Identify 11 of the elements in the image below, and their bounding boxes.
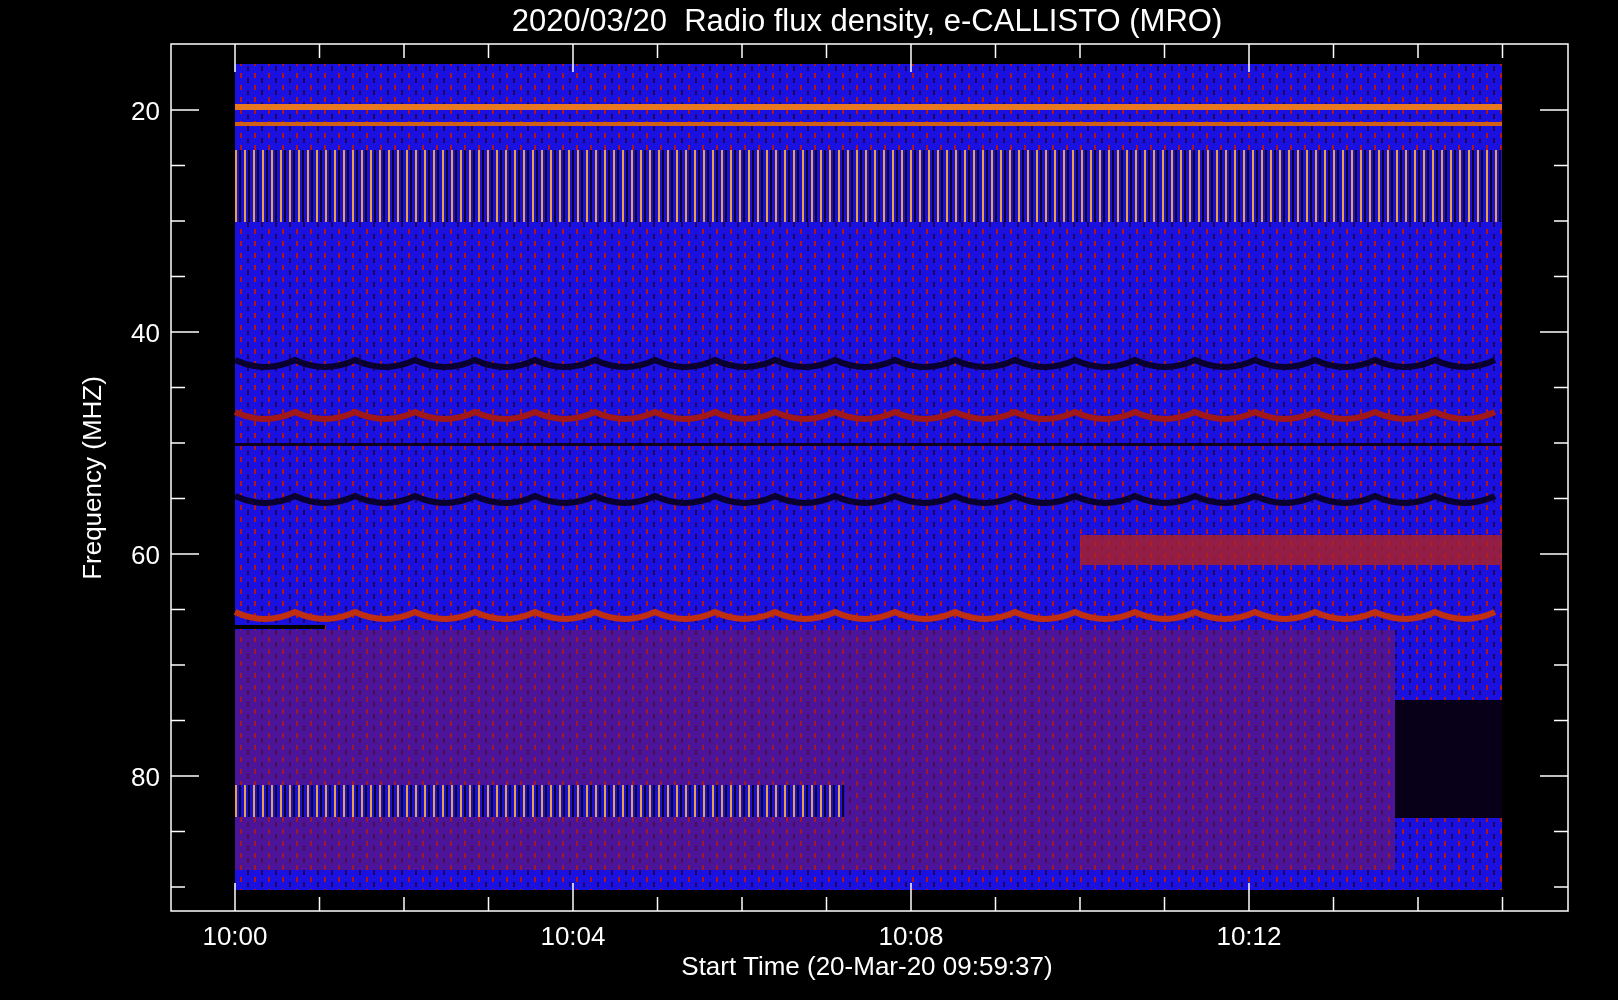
y-tick-label: 40 — [131, 318, 160, 348]
x-tick-label: 10:04 — [540, 921, 606, 951]
x-tick-label: 10:12 — [1216, 921, 1282, 951]
x-tick-label: 10:08 — [878, 921, 944, 951]
x-axis-label: Start Time (20-Mar-20 09:59:37) — [681, 951, 1053, 981]
y-tick-label: 20 — [131, 96, 160, 126]
y-tick-label: 60 — [131, 540, 160, 570]
y-axis-label: Frequency (MHZ) — [77, 376, 107, 580]
x-tick-label: 10:00 — [202, 921, 268, 951]
plot-title: 2020/03/20 Radio flux density, e-CALLISTO (MRO) — [511, 3, 1223, 38]
y-tick-label: 80 — [131, 762, 160, 792]
